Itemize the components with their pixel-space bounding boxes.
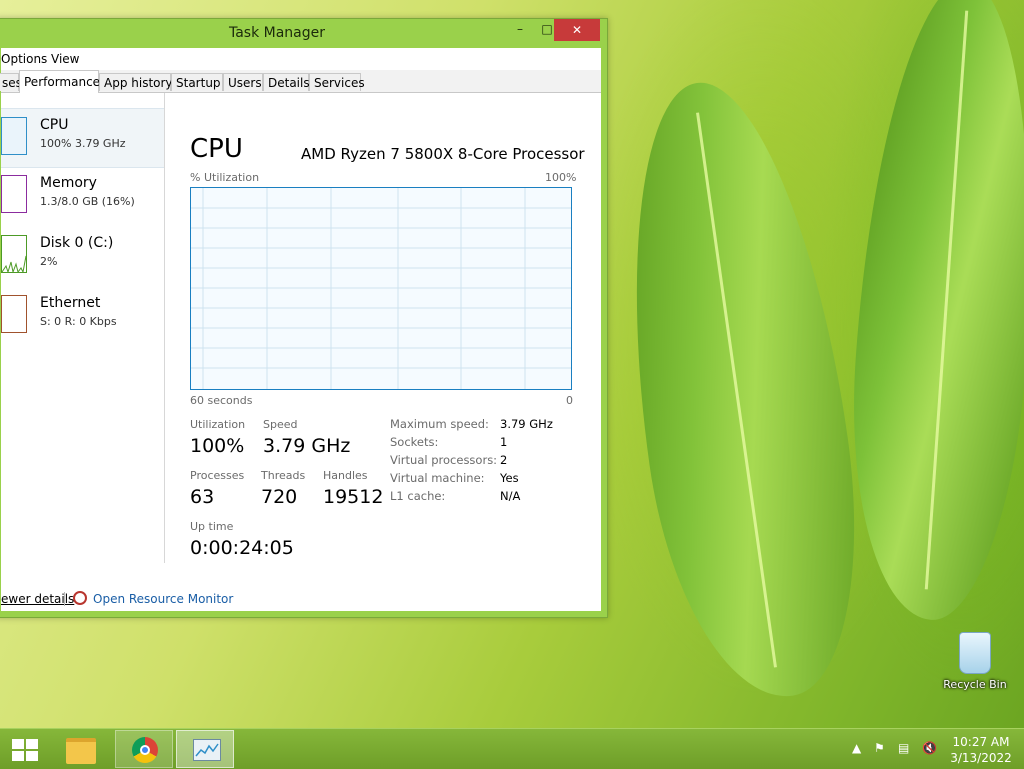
clock-date: 3/13/2022: [950, 751, 1012, 765]
action-center-flag-icon[interactable]: ⚑: [874, 741, 885, 755]
ethernet-thumbnail: [1, 295, 27, 333]
menu-view[interactable]: View: [51, 52, 79, 66]
recycle-bin-shortcut[interactable]: Recycle Bin: [940, 632, 1010, 691]
utilization-label: Utilization: [190, 418, 246, 431]
taskbar-clock[interactable]: 10:27 AM 3/13/2022: [946, 734, 1016, 766]
taskbar-task-manager[interactable]: [176, 730, 234, 768]
menu-bar: Options View: [1, 48, 601, 70]
network-icon[interactable]: ▤: [898, 741, 909, 755]
tab-services[interactable]: Services: [309, 73, 365, 91]
open-resource-monitor-link[interactable]: Open Resource Monitor: [93, 592, 233, 606]
tab-details[interactable]: Details: [263, 73, 310, 91]
spec-key: Virtual processors:: [390, 453, 498, 467]
task-manager-icon: [193, 739, 221, 761]
resource-name: CPU: [40, 117, 69, 133]
resource-value: S: 0 R: 0 Kbps: [40, 315, 117, 328]
taskbar-chrome[interactable]: [115, 730, 173, 768]
graph-x-label: 60 seconds: [190, 394, 253, 407]
graph-y-label: % Utilization: [190, 171, 260, 184]
minimize-button[interactable]: –: [507, 19, 533, 41]
graph-x-min: 0: [566, 394, 573, 407]
spec-value: 1: [500, 435, 508, 449]
resource-list: CPU 100% 3.79 GHz Memory 1.3/8.0 GB (16%…: [1, 93, 165, 563]
spec-value: Yes: [500, 471, 519, 485]
resource-monitor-icon: [73, 591, 87, 605]
tab-processes[interactable]: ses: [0, 73, 22, 91]
resource-item-memory[interactable]: Memory 1.3/8.0 GB (16%): [1, 167, 164, 225]
task-manager-window: Task Manager – □ ✕ Options View ses Perf…: [0, 18, 608, 618]
uptime-label: Up time: [190, 520, 234, 533]
resource-name: Memory: [40, 175, 97, 191]
threads-label: Threads: [261, 469, 306, 482]
spec-key: L1 cache:: [390, 489, 446, 503]
processes-label: Processes: [190, 469, 245, 482]
graph-grid: [191, 188, 571, 389]
recycle-bin-icon: [959, 632, 991, 674]
taskbar-file-explorer[interactable]: [52, 730, 110, 768]
resource-name: Ethernet: [40, 295, 101, 311]
threads-value: 720: [261, 486, 298, 508]
handles-label: Handles: [323, 469, 368, 482]
tab-strip: ses Performance App history Startup User…: [0, 70, 601, 93]
resource-value: 1.3/8.0 GB (16%): [40, 195, 135, 208]
window-client: Options View ses Performance App history…: [0, 48, 601, 611]
resource-name: Disk 0 (C:): [40, 235, 114, 251]
spec-value: 2: [500, 453, 508, 467]
disk-thumbnail: [1, 235, 27, 273]
tab-performance[interactable]: Performance: [19, 70, 100, 93]
cpu-utilization-graph: [190, 187, 572, 390]
tab-users[interactable]: Users: [223, 73, 263, 91]
windows-logo-icon: [12, 739, 38, 761]
folder-icon: [66, 738, 96, 764]
utilization-value: 100%: [190, 435, 245, 457]
recycle-bin-label: Recycle Bin: [943, 678, 1007, 691]
menu-options[interactable]: Options: [1, 52, 47, 66]
graph-y-max: 100%: [545, 171, 577, 184]
spec-key: Virtual machine:: [390, 471, 485, 485]
tab-app-history[interactable]: App history: [99, 73, 173, 91]
resource-item-cpu[interactable]: CPU 100% 3.79 GHz: [1, 108, 164, 168]
page-title: CPU: [190, 134, 243, 164]
volume-muted-icon[interactable]: 🔇: [922, 741, 937, 755]
footer-divider: [64, 592, 65, 606]
disk-activity-sparkline: [2, 255, 26, 272]
speed-value: 3.79 GHz: [263, 435, 351, 457]
speed-label: Speed: [263, 418, 298, 431]
taskbar: ▲ ⚑ ▤ 🔇 10:27 AM 3/13/2022: [0, 728, 1024, 769]
spec-value: 3.79 GHz: [500, 417, 553, 431]
uptime-value: 0:00:24:05: [190, 537, 294, 559]
chrome-icon: [132, 737, 158, 763]
clock-time: 10:27 AM: [952, 735, 1010, 749]
resource-value: 2%: [40, 255, 58, 268]
tab-startup[interactable]: Startup: [171, 73, 223, 91]
spec-value: N/A: [500, 489, 521, 503]
spec-key: Sockets:: [390, 435, 439, 449]
cpu-thumbnail: [1, 117, 27, 155]
resource-item-disk[interactable]: Disk 0 (C:) 2%: [1, 227, 164, 285]
resource-item-ethernet[interactable]: Ethernet S: 0 R: 0 Kbps: [1, 287, 164, 345]
close-button[interactable]: ✕: [554, 19, 600, 41]
handles-value: 19512: [323, 486, 384, 508]
spec-key: Maximum speed:: [390, 417, 489, 431]
wallpaper-leaf-left: [597, 69, 883, 711]
start-button[interactable]: [0, 730, 48, 768]
window-title: Task Manager: [228, 25, 326, 41]
processes-value: 63: [190, 486, 215, 508]
show-hidden-icons-button[interactable]: ▲: [852, 741, 861, 755]
processor-name: AMD Ryzen 7 5800X 8-Core Processor: [301, 145, 585, 163]
resource-value: 100% 3.79 GHz: [40, 137, 126, 150]
memory-thumbnail: [1, 175, 27, 213]
title-bar[interactable]: Task Manager – □ ✕: [0, 19, 607, 49]
